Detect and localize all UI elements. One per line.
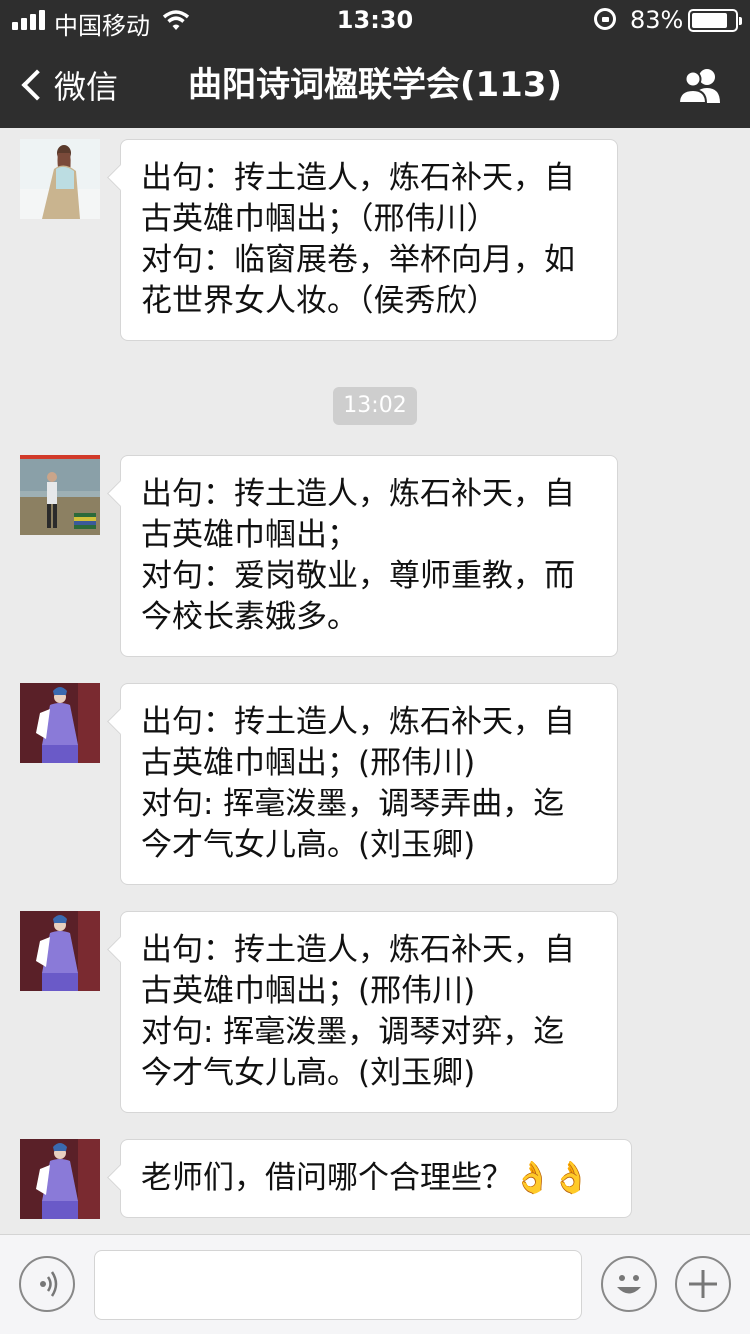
- message-line: 出句：抟土造人，炼石补天，自: [141, 476, 575, 512]
- message-line: 今校长素娥多。: [141, 599, 358, 635]
- avatar[interactable]: [20, 1139, 100, 1219]
- battery-percent: 83%: [630, 6, 684, 34]
- message-line: 对句: 挥毫泼墨，调琴弄曲，迄: [141, 786, 565, 822]
- avatar[interactable]: [20, 911, 100, 991]
- input-bar: [0, 1234, 750, 1334]
- emoji-icon: [617, 1275, 641, 1294]
- top-header: 中国移动 13:30 83% 微信 曲阳诗词楹联学会(113): [0, 0, 750, 128]
- nav-bar: 微信 曲阳诗词楹联学会(113): [0, 40, 750, 128]
- message-line: 古英雄巾帼出；: [141, 517, 358, 553]
- message-line: 古英雄巾帼出；（邢伟川）: [141, 201, 498, 237]
- message-line: 老师们，借问哪个合理些？👌👌: [141, 1160, 591, 1196]
- rotation-lock-icon: [594, 8, 616, 30]
- message-line: 古英雄巾帼出；(邢伟川): [141, 745, 476, 781]
- battery-fill: [692, 13, 727, 28]
- avatar[interactable]: [20, 139, 100, 219]
- message-bubble[interactable]: 出句：抟土造人，炼石补天，自 古英雄巾帼出； 对句：爱岗敬业，尊师重教，而 今校…: [120, 455, 618, 657]
- message-line: 对句：临窗展卷，举杯向月，如: [141, 242, 575, 278]
- timestamp-divider: 13:02: [333, 387, 417, 425]
- message-line: 出句：抟土造人，炼石补天，自: [141, 932, 575, 968]
- message-line: 出句：抟土造人，炼石补天，自: [141, 160, 575, 196]
- message-bubble[interactable]: 老师们，借问哪个合理些？👌👌: [120, 1139, 632, 1218]
- back-button[interactable]: 微信: [18, 60, 118, 110]
- avatar[interactable]: [20, 455, 100, 535]
- avatar[interactable]: [20, 683, 100, 763]
- plus-icon: [689, 1270, 717, 1298]
- plus-button[interactable]: [675, 1256, 731, 1312]
- message-line: 今才气女儿高。(刘玉卿): [141, 1055, 476, 1091]
- message-input[interactable]: [94, 1250, 582, 1320]
- chat-area[interactable]: 出句：抟土造人，炼石补天，自 古英雄巾帼出；（邢伟川） 对句：临窗展卷，举杯向月…: [0, 128, 750, 1234]
- battery-icon: [688, 9, 742, 32]
- chat-title: 曲阳诗词楹联学会(113): [187, 65, 563, 105]
- message-bubble[interactable]: 出句：抟土造人，炼石补天，自 古英雄巾帼出；（邢伟川） 对句：临窗展卷，举杯向月…: [120, 139, 618, 341]
- status-bar: 中国移动 13:30 83%: [0, 0, 750, 40]
- message-bubble[interactable]: 出句：抟土造人，炼石补天，自 古英雄巾帼出；(邢伟川) 对句: 挥毫泼墨，调琴对…: [120, 911, 618, 1113]
- voice-icon: [40, 1271, 58, 1297]
- message-bubble[interactable]: 出句：抟土造人，炼石补天，自 古英雄巾帼出；(邢伟川) 对句: 挥毫泼墨，调琴弄…: [120, 683, 618, 885]
- chevron-left-icon: [21, 69, 53, 101]
- emoji-button[interactable]: [601, 1256, 657, 1312]
- message-line: 对句：爱岗敬业，尊师重教，而: [141, 558, 575, 594]
- message-line: 出句：抟土造人，炼石补天，自: [141, 704, 575, 740]
- group-icon[interactable]: [676, 66, 726, 106]
- back-label: 微信: [54, 68, 119, 106]
- message-line: 对句: 挥毫泼墨，调琴对弈，迄: [141, 1014, 565, 1050]
- message-line: 花世界女人妆。（侯秀欣）: [141, 283, 498, 319]
- voice-button[interactable]: [19, 1256, 75, 1312]
- message-line: 今才气女儿高。(刘玉卿): [141, 827, 476, 863]
- message-line: 古英雄巾帼出；(邢伟川): [141, 973, 476, 1009]
